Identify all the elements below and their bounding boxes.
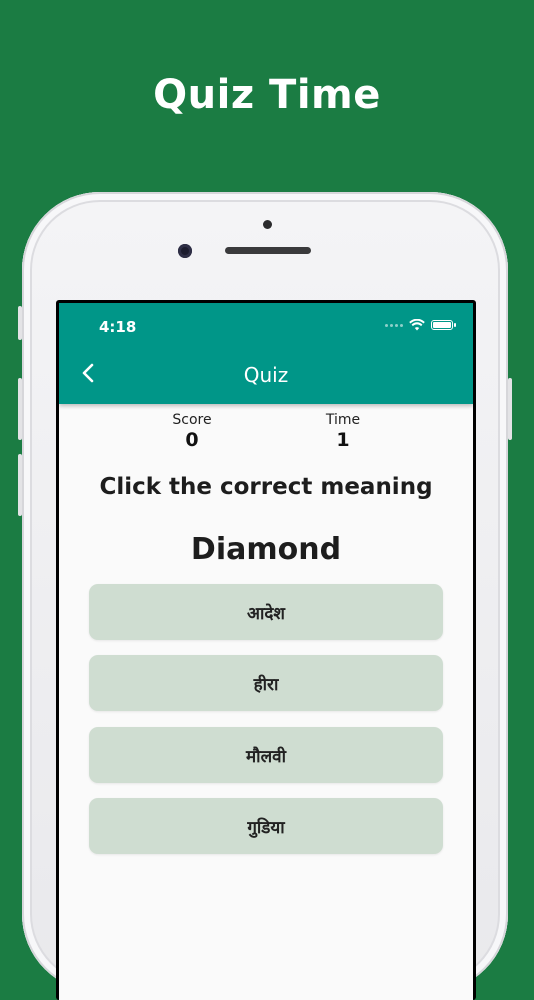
- volume-up-button: [18, 378, 22, 440]
- option-button[interactable]: मौलवी: [89, 727, 443, 783]
- score-value: 0: [185, 429, 199, 451]
- option-label: हीरा: [253, 674, 279, 695]
- quiz-instruction: Click the correct meaning: [99, 474, 433, 500]
- option-label: मौलवी: [246, 746, 286, 767]
- option-label: आदेश: [247, 603, 285, 624]
- quiz-word: Diamond: [190, 532, 342, 567]
- time-label: Time: [325, 412, 361, 428]
- option-button[interactable]: आदेश: [89, 584, 443, 640]
- app-screen: 4:18 Quiz Score 0 Time 1 Click the corre…: [59, 303, 473, 1000]
- power-button: [508, 378, 512, 440]
- silent-switch: [18, 306, 22, 340]
- option-button[interactable]: गुडिया: [89, 798, 443, 854]
- status-icons: [385, 319, 456, 331]
- front-camera: [178, 244, 192, 258]
- battery-icon: [431, 320, 456, 330]
- promo-headline: Quiz Time: [153, 72, 381, 118]
- time-value: 1: [336, 429, 350, 451]
- wifi-icon: [409, 319, 425, 331]
- app-bar-title: Quiz: [243, 363, 289, 387]
- score-stat: Score 0: [147, 412, 237, 451]
- time-stat: Time 1: [298, 412, 388, 451]
- earpiece-speaker: [225, 247, 311, 254]
- app-bar: 4:18 Quiz: [59, 303, 473, 404]
- option-label: गुडिया: [247, 817, 285, 838]
- score-label: Score: [172, 412, 212, 428]
- option-button[interactable]: हीरा: [89, 655, 443, 711]
- signal-icon: [385, 323, 403, 327]
- status-time: 4:18: [99, 318, 137, 336]
- proximity-sensor: [263, 220, 272, 229]
- phone-frame: 4:18 Quiz Score 0 Time 1 Click the corre…: [18, 192, 512, 1000]
- volume-down-button: [18, 454, 22, 516]
- phone-screen: 4:18 Quiz Score 0 Time 1 Click the corre…: [56, 300, 476, 1000]
